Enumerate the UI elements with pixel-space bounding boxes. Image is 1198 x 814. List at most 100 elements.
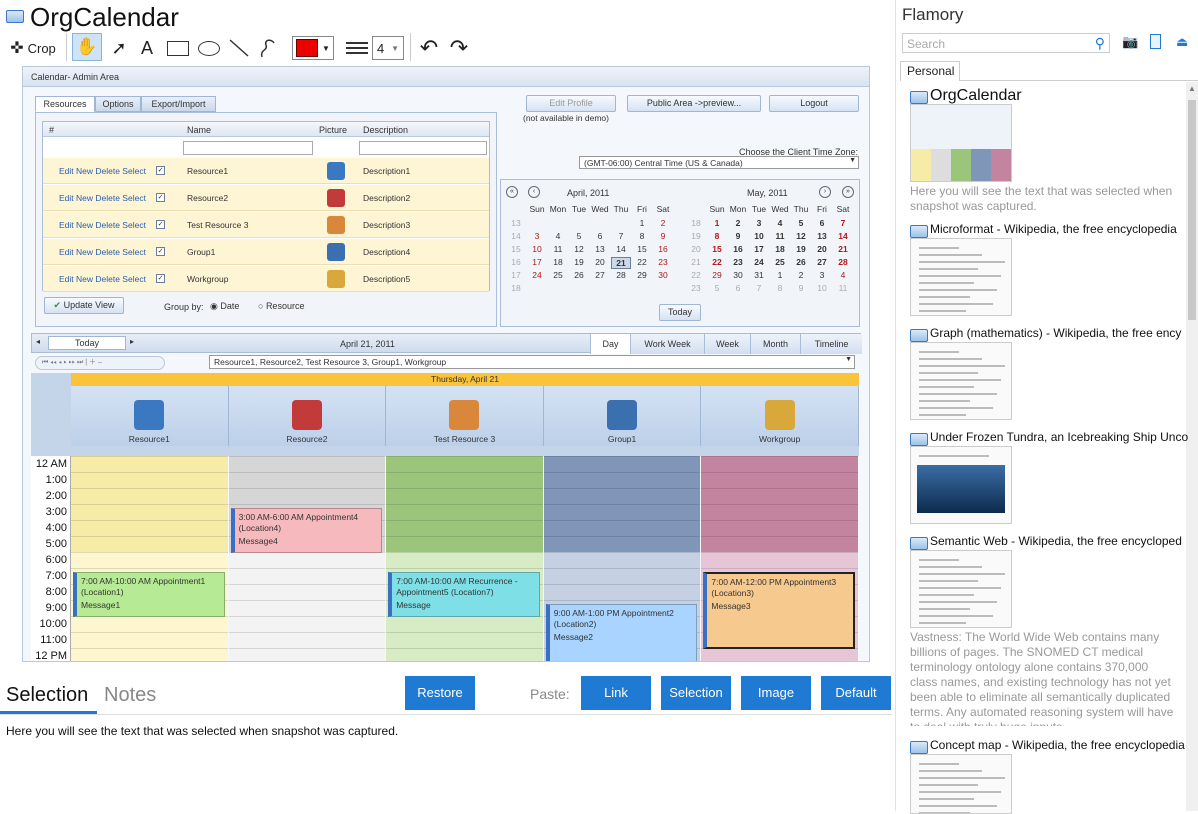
calendar-day[interactable]: 9	[791, 283, 811, 293]
calendar-day[interactable]: 19	[791, 244, 811, 254]
calendar-day[interactable]: 6	[812, 218, 832, 228]
calendar-day[interactable]: 1	[770, 270, 790, 280]
calendar-day[interactable]: 5	[569, 231, 589, 241]
calendar-day[interactable]: 15	[707, 244, 727, 254]
calendar-day[interactable]: 9	[653, 231, 673, 241]
calendar-day[interactable]: 21	[611, 257, 631, 269]
line-tool-button[interactable]	[226, 36, 252, 60]
tab-personal[interactable]: Personal	[900, 61, 960, 81]
resource-day-column[interactable]	[228, 456, 386, 661]
calendar-day[interactable]: 30	[653, 270, 673, 280]
calendar-day[interactable]: 9	[728, 231, 748, 241]
edit-profile-button[interactable]: Edit Profile	[526, 95, 616, 112]
calendar-day[interactable]: 5	[707, 283, 727, 293]
calendar-day[interactable]: 8	[632, 231, 652, 241]
calendar-day[interactable]: 24	[749, 257, 769, 267]
row-checkbox[interactable]: ✓	[156, 274, 165, 283]
line-width-select[interactable]: 4 ▼	[372, 36, 404, 60]
calendar-day[interactable]: 8	[770, 283, 790, 293]
nav-prev-icon[interactable]: ◂	[36, 337, 40, 346]
calendar-day[interactable]: 7	[611, 231, 631, 241]
row-actions[interactable]: Edit New Delete Select	[59, 185, 146, 211]
paste-selection-button[interactable]: Selection	[661, 676, 731, 710]
calendar-day[interactable]: 11	[548, 244, 568, 254]
tab-notes[interactable]: Notes	[104, 684, 156, 707]
calendar-day[interactable]: 28	[833, 257, 853, 267]
calendar-day[interactable]: 11	[770, 231, 790, 241]
calendar-day[interactable]: 29	[707, 270, 727, 280]
calendar-day[interactable]: 19	[569, 257, 589, 267]
appointment[interactable]: 3:00 AM-6:00 AM Appointment4 (Location4) M…	[230, 508, 383, 553]
calendar-day[interactable]: 1	[632, 218, 652, 228]
calendar-day[interactable]: 10	[749, 231, 769, 241]
calendar-day[interactable]: 13	[812, 231, 832, 241]
snapshot-thumbnail[interactable]	[910, 342, 1012, 420]
tab-resources[interactable]: Resources	[35, 96, 95, 112]
calendar-day[interactable]: 7	[833, 218, 853, 228]
view-tab-timeline[interactable]: Timeline	[800, 334, 862, 354]
calendar-day[interactable]: 27	[590, 270, 610, 280]
calendar-day[interactable]: 14	[611, 244, 631, 254]
calendar-day[interactable]: 29	[632, 270, 652, 280]
resource-day-column[interactable]	[71, 456, 228, 661]
collapse-icon[interactable]: ⏏	[1176, 34, 1188, 50]
calendar-day[interactable]: 16	[653, 244, 673, 254]
snapshot-thumbnail[interactable]	[910, 754, 1012, 814]
calendar-day[interactable]: 2	[791, 270, 811, 280]
row-actions[interactable]: Edit New Delete Select	[59, 266, 146, 292]
calendar-day[interactable]: 25	[548, 270, 568, 280]
row-actions[interactable]: Edit New Delete Select	[59, 212, 146, 238]
calendar-day[interactable]: 24	[527, 270, 547, 280]
calendar-day[interactable]: 15	[632, 244, 652, 254]
next-month-icon[interactable]: ›	[819, 186, 831, 198]
crop-button[interactable]: ✜ Crop	[6, 36, 60, 60]
calendar-day[interactable]: 11	[833, 283, 853, 293]
row-checkbox[interactable]: ✓	[156, 193, 165, 202]
calendar-day[interactable]: 23	[728, 257, 748, 267]
calendar-day[interactable]: 18	[548, 257, 568, 267]
row-actions[interactable]: Edit New Delete Select	[59, 239, 146, 265]
nav-today-button[interactable]: Today	[48, 336, 126, 350]
appointment[interactable]: 7:00 AM-10:00 AM Recurrence - Appointmen…	[388, 572, 540, 617]
snapshot-thumbnail[interactable]	[910, 446, 1012, 524]
filter-description-input[interactable]	[359, 141, 487, 155]
row-checkbox[interactable]: ✓	[156, 166, 165, 175]
calendar-day[interactable]: 1	[707, 218, 727, 228]
calendar-day[interactable]: 20	[590, 257, 610, 267]
tab-selection[interactable]: Selection	[6, 684, 88, 707]
group-by-date-radio[interactable]: ◉ Date	[210, 301, 239, 312]
tab-options[interactable]: Options	[95, 96, 141, 112]
calendar-day[interactable]: 3	[812, 270, 832, 280]
snapshot-item-title[interactable]: Graph (mathematics) - Wikipedia, the fre…	[930, 326, 1181, 340]
calendar-day[interactable]: 10	[812, 283, 832, 293]
redo-button[interactable]: ↷	[446, 35, 472, 60]
logout-button[interactable]: Logout	[769, 95, 859, 112]
calendar-day[interactable]: 12	[791, 231, 811, 241]
calendar-day[interactable]: 22	[707, 257, 727, 267]
document-icon[interactable]	[1150, 34, 1161, 49]
paste-link-button[interactable]: Link	[581, 676, 651, 710]
prev-month-icon[interactable]: ‹	[528, 186, 540, 198]
public-area-button[interactable]: Public Area ->preview...	[627, 95, 761, 112]
calendar-day[interactable]: 18	[770, 244, 790, 254]
pager-controls[interactable]: ⏮ ◂◂ ◂ ▸ ▸▸ ⏭ | ＋ ‒	[35, 356, 165, 370]
calendar-day[interactable]: 26	[569, 270, 589, 280]
filter-name-input[interactable]	[183, 141, 313, 155]
view-tab-day[interactable]: Day	[590, 334, 630, 354]
calendar-day[interactable]: 14	[833, 231, 853, 241]
rectangle-tool-button[interactable]	[164, 36, 192, 60]
pointer-tool-button[interactable]: ➚	[106, 36, 132, 60]
snapshot-item-title[interactable]: Microformat - Wikipedia, the free encycl…	[930, 222, 1177, 236]
next-year-icon[interactable]: »	[842, 186, 854, 198]
restore-button[interactable]: Restore	[405, 676, 475, 710]
calendar-day[interactable]: 16	[728, 244, 748, 254]
calendar-day[interactable]: 25	[770, 257, 790, 267]
tab-export-import[interactable]: Export/Import	[141, 96, 216, 112]
scrollbar[interactable]: ▲	[1186, 82, 1198, 811]
snapshot-thumbnail[interactable]	[910, 238, 1012, 316]
snapshot-item-title[interactable]: Semantic Web - Wikipedia, the free encyc…	[930, 534, 1182, 548]
appointment[interactable]: 7:00 AM-12:00 PM Appointment3 (Location3)…	[703, 572, 855, 649]
calendar-day[interactable]: 22	[632, 257, 652, 267]
today-button[interactable]: Today	[659, 304, 701, 321]
appointment[interactable]: 7:00 AM-10:00 AM Appointment1 (Location1)…	[73, 572, 225, 617]
